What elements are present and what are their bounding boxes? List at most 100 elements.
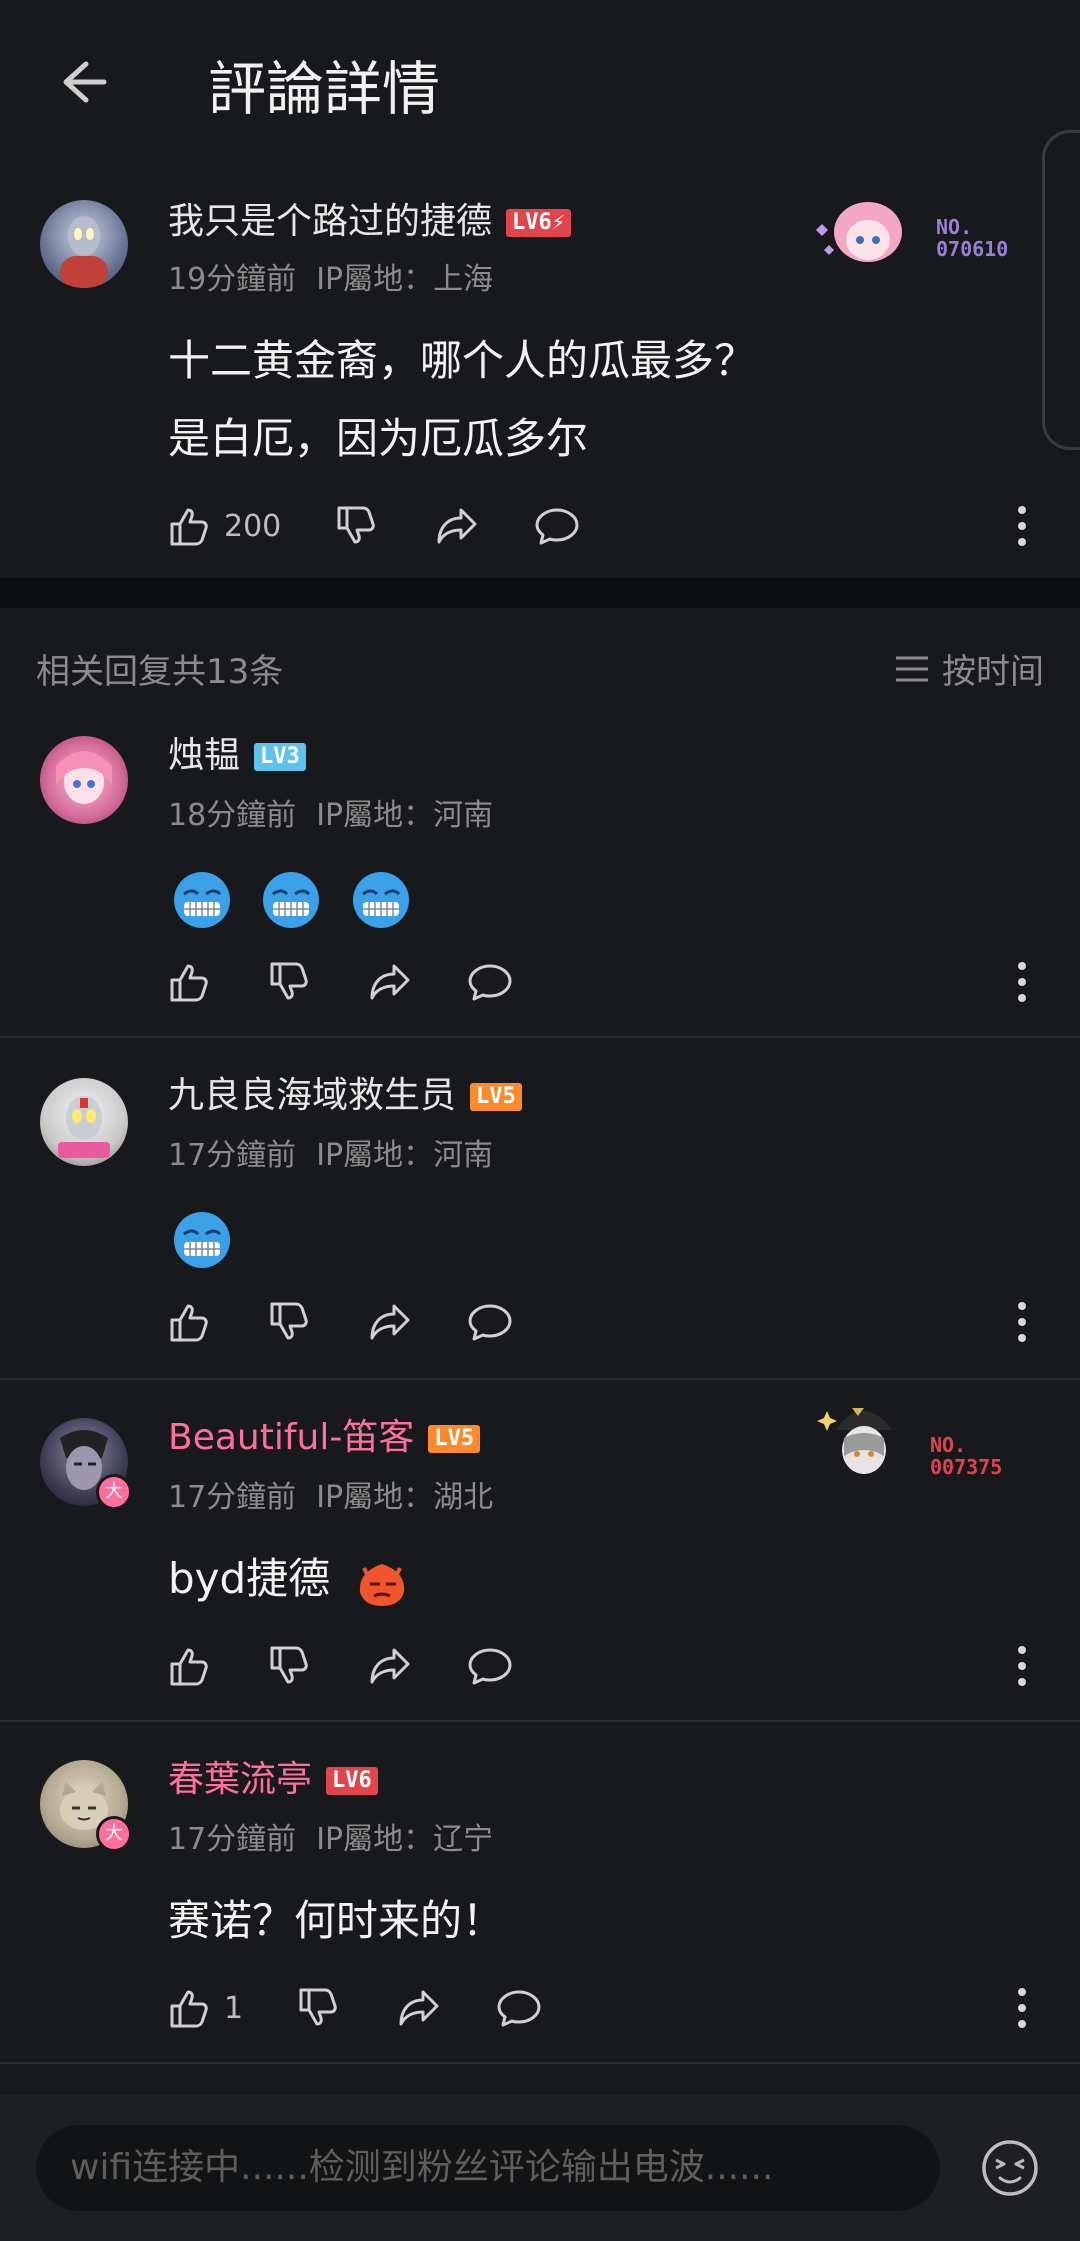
avatar-tag: 大 xyxy=(96,1474,132,1510)
more-options-icon[interactable] xyxy=(1012,496,1032,556)
comment-actions xyxy=(166,952,566,1012)
thumbs-up-icon xyxy=(170,508,208,546)
comment-emoji-row xyxy=(172,858,427,936)
fan-badge-image xyxy=(812,1398,912,1490)
row-divider xyxy=(0,1720,1080,1722)
share-button[interactable] xyxy=(366,1298,414,1346)
share-button[interactable] xyxy=(395,1984,443,2032)
commenter-name[interactable]: Beautiful-笛客 LV5 xyxy=(168,1408,481,1460)
comment-meta: 17分鐘前 IP屬地：河南 xyxy=(168,1138,494,1173)
grimace-emoji-icon xyxy=(352,871,409,928)
more-options-icon[interactable] xyxy=(1012,952,1032,1012)
app-header: 評論詳情 xyxy=(0,0,1080,170)
like-button[interactable] xyxy=(166,958,214,1006)
comment-actions xyxy=(166,1636,566,1696)
fan-badge-image xyxy=(806,190,916,272)
comment-emoji-row xyxy=(172,1198,248,1276)
comment-meta: 19分鐘前 IP屬地：上海 xyxy=(168,262,494,297)
avatar[interactable] xyxy=(40,736,128,824)
comment-meta: 17分鐘前 IP屬地：湖北 xyxy=(168,1480,494,1515)
dislike-button[interactable] xyxy=(266,958,314,1006)
emoji-picker-icon[interactable] xyxy=(980,2138,1040,2198)
comment-text-line-2: 是白厄，因为厄瓜多尔 xyxy=(168,414,589,463)
reply-button[interactable] xyxy=(466,958,514,1006)
like-count: 1 xyxy=(224,1990,244,2026)
like-button[interactable] xyxy=(166,1298,214,1346)
level-badge: LV6⚡ xyxy=(506,209,571,237)
level-badge: LV3 xyxy=(254,743,306,771)
comment-actions: 1 xyxy=(166,1978,595,2038)
angry-blob-emoji-icon xyxy=(359,1563,404,1606)
speech-bubble-icon xyxy=(468,1648,512,1685)
speech-bubble-icon xyxy=(468,1304,512,1341)
grimace-emoji-icon xyxy=(174,1211,230,1268)
like-count: 200 xyxy=(224,508,282,544)
dislike-button[interactable] xyxy=(333,502,381,550)
avatar-tag: 大 xyxy=(96,1816,132,1852)
comment-text: byd捷德 xyxy=(168,1540,428,1618)
commenter-name[interactable]: 我只是个路过的捷德 LV6⚡ xyxy=(168,192,571,244)
level-badge: LV5 xyxy=(470,1083,522,1111)
reply-button[interactable] xyxy=(533,502,581,550)
row-divider xyxy=(0,1036,1080,1038)
commenter-name[interactable]: 春葉流亭 LV6 xyxy=(168,1750,378,1802)
side-scroll-handle[interactable] xyxy=(1042,130,1080,450)
share-icon xyxy=(399,1990,439,2026)
fan-badge-number: NO. 070610 xyxy=(936,215,1009,261)
comment-text: 赛诺？何时来的！ xyxy=(168,1896,505,1945)
thumbs-up-icon xyxy=(170,1648,208,1686)
thumbs-down-icon xyxy=(337,506,376,544)
back-icon[interactable] xyxy=(50,50,114,114)
page-title: 評論詳情 xyxy=(208,55,441,123)
level-badge: LV5 xyxy=(428,1425,481,1453)
row-divider xyxy=(0,2062,1080,2064)
dislike-button[interactable] xyxy=(295,1984,343,2032)
avatar[interactable] xyxy=(40,1078,128,1166)
share-button[interactable] xyxy=(433,502,481,550)
dislike-button[interactable] xyxy=(266,1298,314,1346)
commenter-name[interactable]: 烛韫 LV3 xyxy=(168,726,306,778)
share-icon xyxy=(370,1648,410,1684)
dislike-button[interactable] xyxy=(266,1642,314,1690)
commenter-name[interactable]: 九良良海域救生员 LV5 xyxy=(168,1066,522,1118)
more-options-icon[interactable] xyxy=(1012,1978,1032,2038)
comment-actions xyxy=(166,1292,566,1352)
thumbs-down-icon xyxy=(299,1988,337,2026)
avatar[interactable] xyxy=(40,200,128,288)
grimace-emoji-icon xyxy=(174,871,230,928)
list-icon xyxy=(896,656,928,681)
level-badge: LV6 xyxy=(326,1767,378,1795)
sort-button[interactable]: 按时间 xyxy=(894,644,1044,693)
share-button[interactable] xyxy=(366,958,414,1006)
comment-meta: 18分鐘前 IP屬地：河南 xyxy=(168,798,494,833)
reply-button[interactable] xyxy=(466,1642,514,1690)
fan-badge-number: NO. 007375 xyxy=(930,1433,1003,1479)
section-separator xyxy=(0,578,1080,608)
thumbs-down-icon xyxy=(270,1646,308,1684)
more-options-icon[interactable] xyxy=(1012,1636,1032,1696)
share-icon xyxy=(370,964,410,1000)
comment-actions: 200 xyxy=(166,496,633,556)
like-button[interactable] xyxy=(166,1642,214,1690)
like-button[interactable]: 1 xyxy=(166,1984,243,2032)
speech-bubble-icon xyxy=(497,1990,541,2027)
more-options-icon[interactable] xyxy=(1012,1292,1032,1352)
speech-bubble-icon xyxy=(468,964,512,1001)
related-replies-title: 相关回复共13条 xyxy=(36,652,284,692)
thumbs-up-icon xyxy=(170,1990,208,2028)
comment-input[interactable]: wifi连接中......检测到粉丝评论输出电波...... xyxy=(36,2125,940,2211)
thumbs-up-icon xyxy=(170,1304,208,1342)
speech-bubble-icon xyxy=(535,508,579,545)
grimace-emoji-icon xyxy=(263,871,320,928)
like-button[interactable]: 200 xyxy=(166,502,281,550)
thumbs-up-icon xyxy=(170,964,208,1002)
comment-text-line-1: 十二黄金裔，哪个人的瓜最多？ xyxy=(168,336,757,385)
share-icon xyxy=(370,1304,410,1340)
share-button[interactable] xyxy=(366,1642,414,1690)
thumbs-down-icon xyxy=(270,1302,308,1340)
comment-meta: 17分鐘前 IP屬地：辽宁 xyxy=(168,1822,494,1857)
share-icon xyxy=(437,508,477,544)
reply-button[interactable] xyxy=(466,1298,514,1346)
row-divider xyxy=(0,1378,1080,1380)
reply-button[interactable] xyxy=(495,1984,543,2032)
